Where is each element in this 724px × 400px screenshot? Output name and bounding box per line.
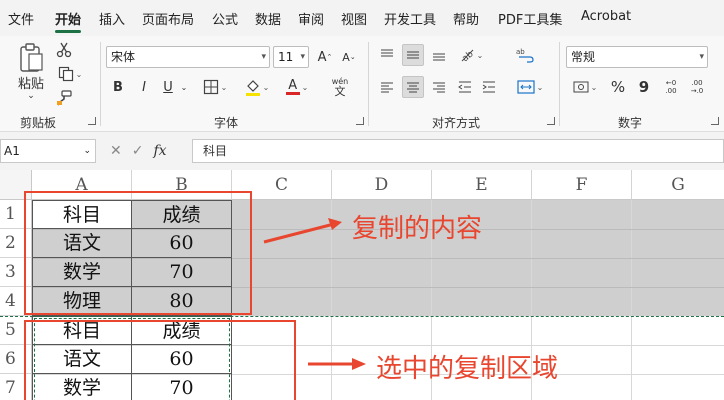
alignment-launcher-icon[interactable] xyxy=(547,117,555,125)
underline-button[interactable]: U xyxy=(158,76,178,98)
tab-help[interactable]: 帮助 xyxy=(453,9,479,28)
font-color-button[interactable]: A ⌄ xyxy=(280,76,314,98)
chevron-down-icon: ▾ xyxy=(300,52,305,62)
bold-button[interactable]: B xyxy=(108,76,128,98)
tab-view[interactable]: 视图 xyxy=(341,9,367,28)
font-family-select[interactable]: 宋体 ▾ xyxy=(106,46,270,68)
comma-style-button[interactable]: 9 xyxy=(634,76,654,98)
chevron-down-icon: ⌄ xyxy=(83,146,91,156)
align-top-icon[interactable] xyxy=(376,44,398,66)
font-color-icon: A xyxy=(285,79,300,95)
tab-pdf-tools[interactable]: PDF工具集 xyxy=(498,9,562,28)
font-group-label: 字体 xyxy=(214,116,239,130)
group-divider xyxy=(368,42,369,126)
tab-acrobat[interactable]: Acrobat xyxy=(581,9,631,24)
column-header-g[interactable]: G xyxy=(632,170,724,200)
orientation-icon[interactable]: ab ⌄ xyxy=(454,44,488,66)
underline-chevron-icon[interactable]: ⌄ xyxy=(178,76,190,98)
paste-icon[interactable] xyxy=(14,42,48,74)
tab-data[interactable]: 数据 xyxy=(255,9,281,28)
arrow-right-icon xyxy=(263,218,342,244)
copied-content-highlight xyxy=(24,191,252,315)
cut-icon[interactable] xyxy=(54,40,74,60)
active-tab-indicator xyxy=(55,30,81,33)
tab-formulas[interactable]: 公式 xyxy=(212,9,238,28)
pasted-annotation: 选中的复制区域 xyxy=(376,354,559,384)
number-format-select[interactable]: 常规 ▾ xyxy=(566,46,708,68)
clipboard-group-label: 剪贴板 xyxy=(20,116,57,130)
paste-label[interactable]: 粘贴 xyxy=(14,74,48,92)
tab-developer[interactable]: 开发工具 xyxy=(384,9,436,28)
merge-center-icon[interactable]: ⌄ xyxy=(512,76,548,98)
group-divider xyxy=(100,42,101,126)
svg-text:ab: ab xyxy=(516,48,525,56)
chevron-down-icon: ▾ xyxy=(261,52,266,62)
fill-bucket-icon xyxy=(245,80,260,96)
arrow-right-icon xyxy=(308,358,366,370)
tab-insert[interactable]: 插入 xyxy=(99,9,125,28)
percent-button[interactable]: % xyxy=(606,76,630,98)
column-header-f[interactable]: F xyxy=(532,170,632,200)
insert-function-icon[interactable]: fx xyxy=(153,143,166,159)
shrink-font-icon[interactable]: A ⌄ xyxy=(338,46,360,68)
clipboard-launcher-icon[interactable] xyxy=(88,117,96,125)
name-box[interactable]: A1 ⌄ xyxy=(0,139,96,163)
align-right-icon[interactable] xyxy=(428,76,450,98)
formula-input[interactable]: 科目 xyxy=(192,139,724,163)
column-header-e[interactable]: E xyxy=(432,170,532,200)
alignment-group-label: 对齐方式 xyxy=(432,116,481,130)
formula-bar: A1 ⌄ ✕ ✓ fx 科目 xyxy=(0,132,724,170)
enter-check-icon[interactable]: ✓ xyxy=(132,143,144,159)
align-middle-icon[interactable] xyxy=(402,44,424,66)
number-group-label: 数字 xyxy=(618,116,643,130)
paste-chevron-icon[interactable]: ⌄ xyxy=(24,90,38,102)
menu-bar: 文件 开始 插入 页面布局 公式 数据 审阅 视图 开发工具 帮助 PDF工具集… xyxy=(0,0,724,36)
cancel-icon[interactable]: ✕ xyxy=(110,143,122,159)
number-launcher-icon[interactable] xyxy=(711,117,719,125)
font-launcher-icon[interactable] xyxy=(356,117,364,125)
increase-indent-icon[interactable] xyxy=(478,76,500,98)
italic-button[interactable]: I xyxy=(134,76,154,98)
tab-home[interactable]: 开始 xyxy=(55,9,81,28)
grow-font-icon[interactable]: A ⌃ xyxy=(314,46,336,68)
copied-annotation: 复制的内容 xyxy=(352,214,483,244)
pasted-region-highlight xyxy=(24,320,296,400)
phonetic-guide-button[interactable]: wén 文 xyxy=(322,74,358,100)
chevron-down-icon: ▾ xyxy=(699,52,704,62)
accounting-format-icon[interactable]: ⌄ xyxy=(568,76,602,98)
tab-file[interactable]: 文件 xyxy=(8,9,34,28)
align-bottom-icon[interactable] xyxy=(428,44,450,66)
fill-color-button[interactable]: ⌄ xyxy=(240,76,274,98)
ribbon: 粘贴 ⌄ ⌄ 剪贴板 宋体 ▾ 11 ▾ A ⌃ A ⌄ B I U ⌄ ⌄ ⌄ A ⌄ … xyxy=(0,36,724,132)
tab-review[interactable]: 审阅 xyxy=(298,9,324,28)
decrease-indent-icon[interactable] xyxy=(454,76,476,98)
formula-actions: ✕ ✓ fx xyxy=(110,139,192,163)
borders-button[interactable]: ⌄ xyxy=(198,76,232,98)
format-painter-icon[interactable] xyxy=(54,88,74,108)
tab-page-layout[interactable]: 页面布局 xyxy=(142,9,194,28)
decrease-decimal-icon[interactable]: .00 →.0 xyxy=(686,76,708,98)
wrap-text-icon[interactable]: ab xyxy=(512,44,538,66)
worksheet-grid: A B C D E F G 1 2 3 4 5 6 7 科目 成绩 语文 60 … xyxy=(0,170,724,400)
align-center-icon[interactable] xyxy=(402,76,424,98)
font-size-select[interactable]: 11 ▾ xyxy=(273,46,309,68)
copy-icon[interactable]: ⌄ xyxy=(54,64,86,84)
column-header-d[interactable]: D xyxy=(332,170,432,200)
increase-decimal-icon[interactable]: ←0.00 xyxy=(660,76,682,98)
align-left-icon[interactable] xyxy=(376,76,398,98)
borders-icon xyxy=(203,79,218,95)
group-divider xyxy=(559,42,560,126)
